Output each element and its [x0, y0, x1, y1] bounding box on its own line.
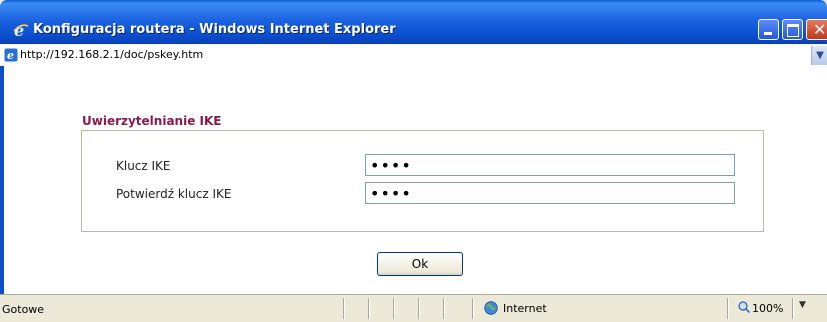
confirm-ike-key-input[interactable] — [365, 182, 735, 204]
ike-auth-fieldset: Klucz IKE Potwierdź klucz IKE — [81, 130, 764, 232]
status-bar: Gotowe Internet 100% ▼ — [0, 294, 827, 322]
status-divider — [368, 298, 370, 319]
chevron-down-icon: ▼ — [816, 50, 824, 61]
maximize-button[interactable] — [782, 19, 803, 40]
page-content: Uwierzytelnianie IKE Klucz IKE Potwierdź… — [4, 66, 827, 294]
globe-icon — [484, 301, 498, 315]
status-divider — [343, 298, 345, 319]
address-bar[interactable]: e http://192.168.2.1/doc/pskey.htm ▼ — [0, 44, 827, 67]
internet-explorer-icon: e — [13, 22, 29, 38]
minimize-button[interactable] — [758, 19, 779, 40]
status-divider — [393, 298, 395, 319]
status-divider — [443, 298, 445, 319]
zoom-icon — [738, 301, 750, 313]
close-button[interactable]: ✕ — [806, 19, 827, 40]
status-divider — [792, 298, 794, 319]
zoom-level[interactable]: 100% — [752, 302, 783, 315]
window-title: Konfiguracja routera - Windows Internet … — [33, 22, 396, 37]
zoom-dropdown-icon[interactable]: ▼ — [799, 300, 806, 310]
status-divider — [727, 298, 729, 319]
ike-key-label: Klucz IKE — [116, 159, 171, 173]
status-divider — [472, 298, 474, 319]
ok-button[interactable]: Ok — [377, 252, 463, 276]
close-icon: ✕ — [813, 20, 827, 39]
ike-key-input[interactable] — [365, 154, 735, 176]
section-title: Uwierzytelnianie IKE — [82, 114, 222, 128]
status-divider — [418, 298, 420, 319]
security-zone[interactable]: Internet — [503, 302, 547, 315]
title-bar[interactable]: e Konfiguracja routera - Windows Interne… — [0, 0, 827, 44]
page-icon: e — [4, 48, 18, 62]
confirm-ike-key-label: Potwierdź klucz IKE — [116, 187, 232, 201]
address-dropdown-button[interactable]: ▼ — [811, 46, 827, 65]
address-url[interactable]: http://192.168.2.1/doc/pskey.htm — [20, 48, 203, 61]
svg-text:e: e — [7, 49, 14, 62]
status-text: Gotowe — [2, 303, 45, 316]
